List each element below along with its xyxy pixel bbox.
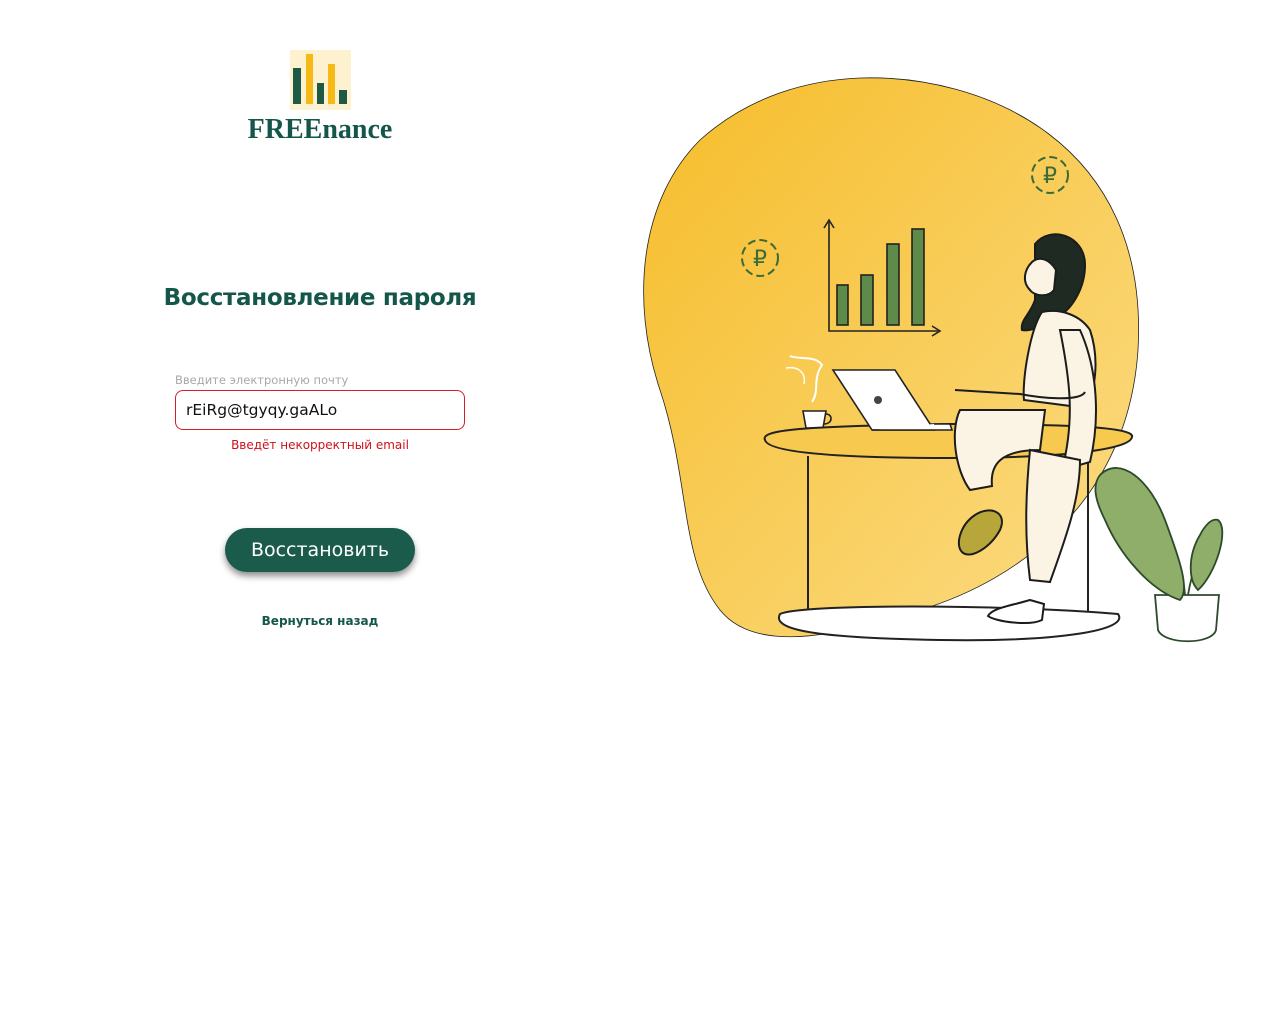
back-link[interactable]: Вернуться назад xyxy=(160,614,480,628)
email-label: Введите электронную почту xyxy=(175,373,349,387)
restore-button[interactable]: Восстановить xyxy=(225,528,415,572)
email-input[interactable] xyxy=(175,390,465,430)
freenance-logo-icon xyxy=(290,50,351,110)
ruble-symbol-right: ₽ xyxy=(1043,164,1057,189)
page-title: Восстановление пароля xyxy=(163,285,477,311)
ruble-symbol-left: ₽ xyxy=(753,247,767,272)
email-error-message: Введёт некорректный email xyxy=(231,438,409,452)
brand-name: FREEnance xyxy=(247,114,393,145)
hero-illustration: ₽ ₽ xyxy=(630,60,1230,660)
